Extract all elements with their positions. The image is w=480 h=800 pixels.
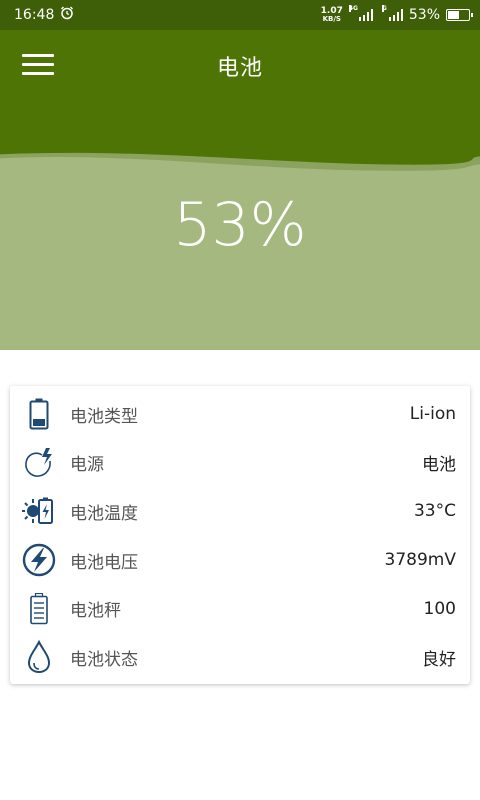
- status-battery-icon: [446, 9, 473, 21]
- info-label: 电池电压: [70, 552, 138, 573]
- info-value: 3789mV: [384, 550, 456, 571]
- signal-4g-tag: 4G: [348, 5, 358, 12]
- info-row-temperature: 电池温度 33°C: [10, 487, 470, 536]
- signal-g-tag: G: [381, 5, 387, 12]
- power-source-icon: [22, 446, 56, 480]
- status-drop-icon: [22, 640, 56, 674]
- info-label: 电源: [70, 455, 104, 476]
- status-battery-fill: [448, 11, 459, 19]
- page-title: 电池: [216, 56, 263, 81]
- info-value: 电池: [422, 455, 456, 476]
- info-row-power-source: 电源 电池: [10, 439, 470, 488]
- voltage-icon: [22, 543, 56, 577]
- signal-4g-icon: 4G: [348, 5, 373, 21]
- status-time: 16:48: [14, 7, 55, 23]
- info-value: Li-ion: [409, 404, 456, 425]
- status-battery-text: 53%: [408, 7, 440, 23]
- info-label: 电池类型: [70, 406, 138, 427]
- battery-icon: [22, 397, 56, 431]
- network-speed-value: 1.07: [320, 6, 343, 16]
- info-row-voltage: 电池电压 3789mV: [10, 536, 470, 585]
- info-label: 电池秤: [70, 601, 121, 622]
- signal-g-icon: G: [381, 5, 403, 21]
- status-bar-left: 16:48: [14, 6, 74, 24]
- battery-info-card: 电池类型 Li-ion 电源 电池 电池温度 33°C 电池电压 3789mV …: [10, 386, 470, 684]
- battery-percent: 53%: [173, 190, 307, 260]
- alarm-icon: [60, 6, 74, 24]
- info-label: 电池状态: [70, 649, 138, 670]
- info-row-type: 电池类型 Li-ion: [10, 390, 470, 439]
- info-value: 33°C: [413, 501, 456, 522]
- battery-scale-icon: [22, 592, 56, 626]
- network-speed: 1.07 KB/S: [320, 6, 343, 24]
- info-row-status: 电池状态 良好: [10, 633, 470, 682]
- battery-hero: 电池 53%: [0, 30, 480, 350]
- status-bar: 16:48 1.07 KB/S 4G G 53%: [0, 0, 480, 30]
- info-row-scale: 电池秤 100: [10, 584, 470, 633]
- info-value: 100: [423, 598, 456, 619]
- network-speed-unit: KB/S: [322, 15, 341, 23]
- info-value: 良好: [422, 649, 456, 670]
- status-bar-right: 1.07 KB/S 4G G 53%: [320, 5, 473, 24]
- info-label: 电池温度: [70, 503, 138, 524]
- temperature-icon: [22, 494, 56, 528]
